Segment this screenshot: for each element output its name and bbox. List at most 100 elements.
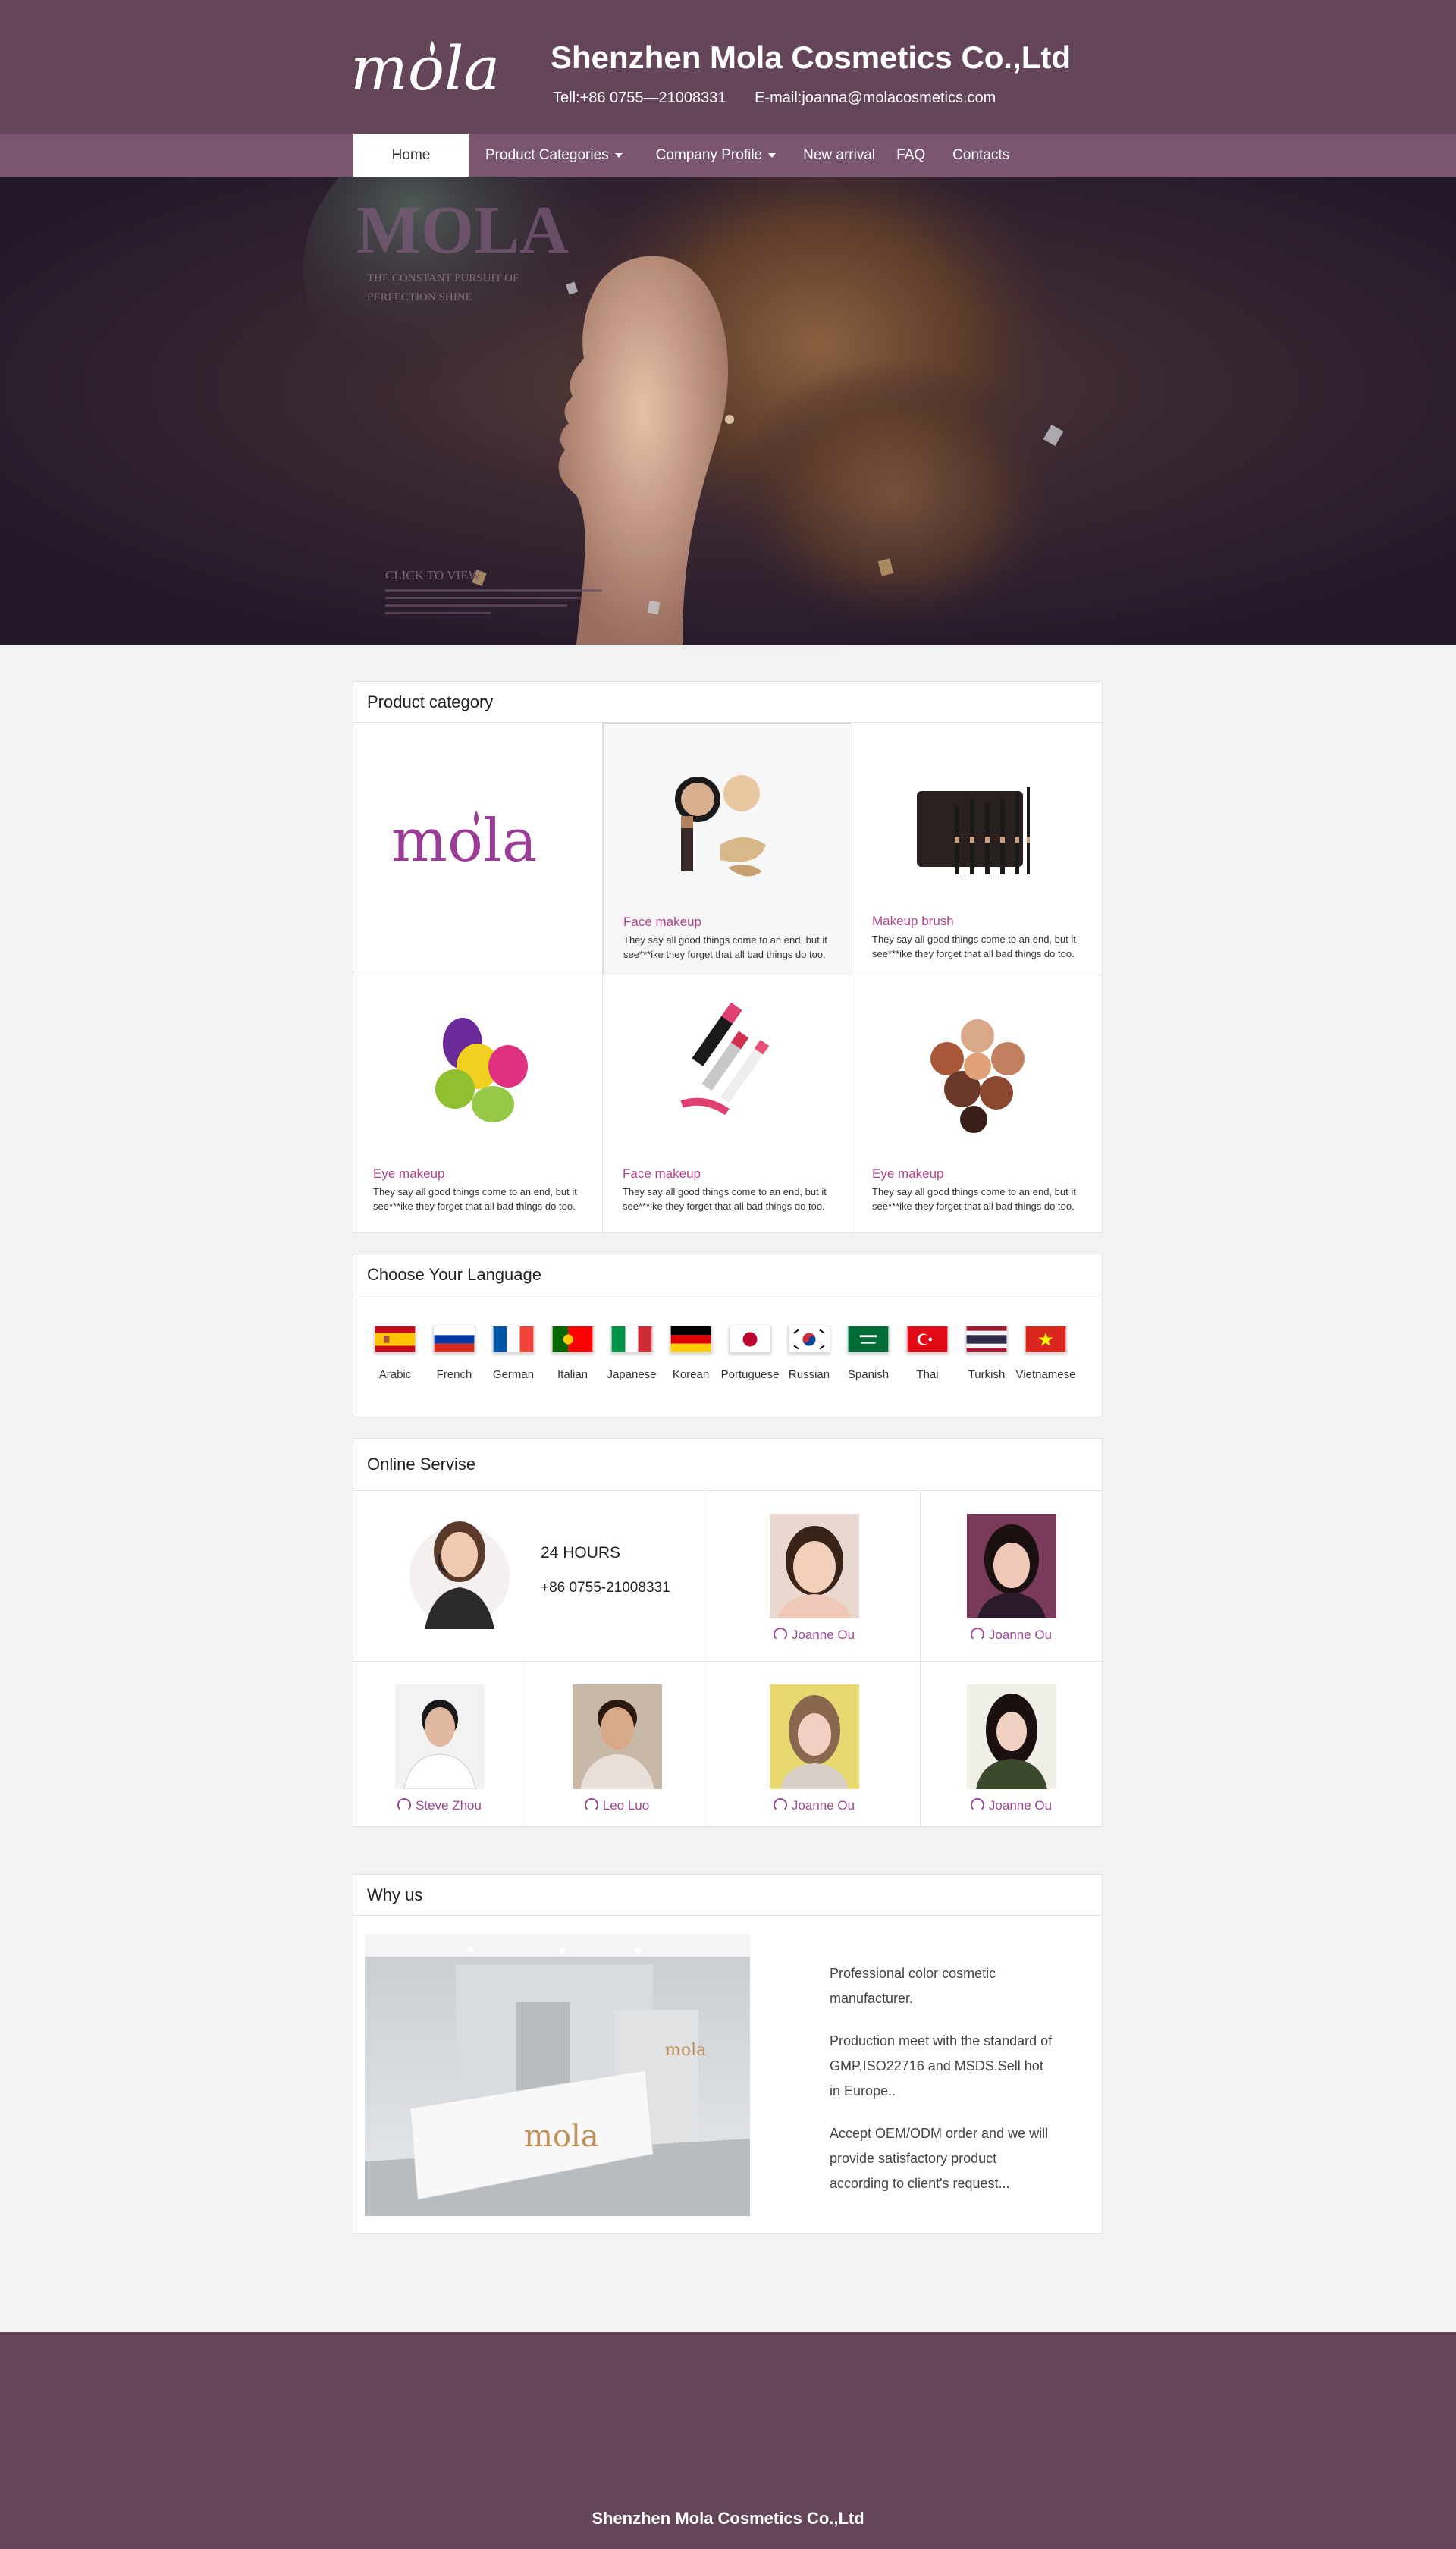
russia-flag-icon	[433, 1326, 475, 1353]
nav-home[interactable]: Home	[353, 134, 469, 177]
headset-icon	[773, 1628, 787, 1641]
language-item[interactable]: Turkish	[957, 1326, 1016, 1381]
nav-company-profile[interactable]: Company Profile	[639, 134, 792, 177]
product-name: Face makeup	[623, 1166, 701, 1181]
section-title: Product category	[353, 682, 1102, 723]
agent-photo	[769, 1684, 859, 1789]
nav-label: New arrival	[803, 147, 876, 163]
language-item[interactable]: Spanish	[839, 1326, 898, 1381]
agent-name: Leo Luo	[526, 1798, 708, 1813]
svg-text:mola: mola	[524, 2119, 599, 2154]
product-desc: They say all good things come to an end,…	[872, 934, 1076, 959]
caret-down-icon	[614, 153, 623, 158]
contact-line: Tell:+86 0755—21008331 E-mail:joanna@mol…	[553, 89, 1020, 107]
agent-name: Joanne Ou	[708, 1628, 920, 1643]
language-name: Russian	[788, 1368, 830, 1381]
logo-text: mola	[391, 807, 537, 874]
italy-flag-icon	[610, 1326, 653, 1353]
hotline-phone[interactable]: +86 0755-21008331	[541, 1580, 670, 1596]
product-card[interactable]: Face makeup They say all good things com…	[603, 975, 852, 1232]
headset-icon	[970, 1798, 984, 1812]
nav-label: Company Profile	[655, 147, 763, 163]
korea-flag-icon	[788, 1326, 830, 1353]
agent-photo	[769, 1514, 859, 1618]
support-agent-avatar	[410, 1521, 510, 1629]
section-title: Why us	[353, 1875, 1102, 1916]
headset-icon	[584, 1798, 598, 1812]
language-list: Arabic French German Italian Japanese Ko…	[353, 1295, 1102, 1381]
product-name: Face makeup	[623, 915, 701, 929]
nav-label: Contacts	[952, 147, 1010, 163]
category-logo-cell: mola	[353, 723, 603, 975]
agent-card[interactable]: Steve Zhou	[353, 1662, 526, 1827]
main-nav: Home Product Categories Company Profile …	[0, 134, 1456, 177]
mola-logo[interactable]: mola	[350, 35, 517, 103]
nav-contacts[interactable]: Contacts	[936, 134, 1026, 177]
section-title: Choose Your Language	[353, 1254, 1102, 1295]
product-card[interactable]: Face makeup They say all good things com…	[603, 723, 852, 975]
why-us-paragraph: Accept OEM/ODM order and we will provide…	[830, 2126, 1049, 2191]
agent-photo	[394, 1684, 485, 1789]
agent-card[interactable]: Leo Luo	[526, 1662, 708, 1827]
language-name: Portuguese	[720, 1368, 780, 1381]
powder-icon	[930, 1019, 1025, 1133]
language-name: Spanish	[847, 1368, 890, 1381]
why-us-paragraph: Professional color cosmetic manufacturer…	[830, 1966, 996, 2006]
language-item[interactable]: Thai	[898, 1326, 957, 1381]
language-name: Korean	[672, 1368, 710, 1381]
why-us-paragraph: Production meet with the standard of GMP…	[830, 2033, 1053, 2099]
brush-set-icon	[916, 787, 1030, 874]
nav-label: Product Categories	[485, 147, 609, 163]
hero-banner[interactable]: MOLA THE CONSTANT PURSUIT OF PERFECTION …	[0, 177, 1456, 645]
nav-new-arrival[interactable]: New arrival	[792, 134, 886, 177]
site-header: mola Shenzhen Mola Cosmetics Co.,Ltd Tel…	[0, 0, 1456, 134]
agent-card[interactable]: Joanne Ou	[708, 1491, 921, 1661]
language-item[interactable]: Italian	[543, 1326, 602, 1381]
agent-card[interactable]: Joanne Ou	[921, 1491, 1102, 1661]
banner-cta: CLICK TO VIEW	[385, 568, 482, 582]
language-name: Turkish	[968, 1368, 1006, 1381]
banner-brand: MOLA	[356, 193, 569, 268]
agent-card[interactable]: Joanne Ou	[708, 1662, 921, 1827]
language-item[interactable]: German	[484, 1326, 543, 1381]
hero-image: MOLA THE CONSTANT PURSUIT OF PERFECTION …	[0, 177, 1456, 645]
language-name: German	[492, 1368, 535, 1381]
product-card[interactable]: Eye makeup They say all good things come…	[852, 975, 1102, 1232]
language-item[interactable]: Vietnamese	[1016, 1326, 1075, 1381]
language-item[interactable]: Portuguese	[720, 1326, 780, 1381]
hotline-hours: 24 HOURS	[541, 1544, 621, 1562]
nav-faq[interactable]: FAQ	[886, 134, 936, 177]
language-name: Vietnamese	[1015, 1368, 1076, 1381]
office-reception-photo: mola mola	[365, 1934, 750, 2216]
email-text[interactable]: E-mail:joanna@molacosmetics.com	[755, 89, 996, 106]
portugal-flag-icon	[551, 1326, 594, 1353]
language-name: Italian	[557, 1368, 588, 1381]
site-footer: Shenzhen Mola Cosmetics Co.,Ltd	[0, 2332, 1456, 2549]
product-card[interactable]: Eye makeup They say all good things come…	[353, 975, 603, 1232]
language-name: Thai	[916, 1368, 939, 1381]
language-item[interactable]: Arabic	[366, 1326, 425, 1381]
language-item[interactable]: Japanese	[602, 1326, 661, 1381]
turkey-flag-icon	[906, 1326, 949, 1353]
japan-flag-icon	[729, 1326, 771, 1353]
svg-text:mola: mola	[665, 2041, 706, 2060]
phone-text: Tell:+86 0755—21008331	[553, 89, 726, 106]
nav-label: Home	[391, 147, 431, 163]
product-name: Eye makeup	[872, 1166, 944, 1181]
footer-company-name: Shenzhen Mola Cosmetics Co.,Ltd	[592, 2509, 864, 2528]
agent-photo	[966, 1514, 1056, 1618]
agent-name: Steve Zhou	[353, 1798, 526, 1813]
caret-down-icon	[768, 153, 777, 158]
language-panel: Choose Your Language Arabic French Germa…	[353, 1254, 1103, 1417]
agent-name: Joanne Ou	[708, 1798, 920, 1813]
product-desc: They say all good things come to an end,…	[623, 934, 827, 960]
language-name: Arabic	[378, 1368, 412, 1381]
product-name: Makeup brush	[872, 914, 954, 928]
headset-icon	[773, 1798, 787, 1812]
product-card[interactable]: Makeup brush They say all good things co…	[852, 723, 1102, 975]
agent-card[interactable]: Joanne Ou	[921, 1662, 1102, 1827]
language-item[interactable]: French	[425, 1326, 484, 1381]
nav-product-categories[interactable]: Product Categories	[469, 134, 639, 177]
language-item[interactable]: Russian	[780, 1326, 839, 1381]
language-item[interactable]: Korean	[661, 1326, 720, 1381]
